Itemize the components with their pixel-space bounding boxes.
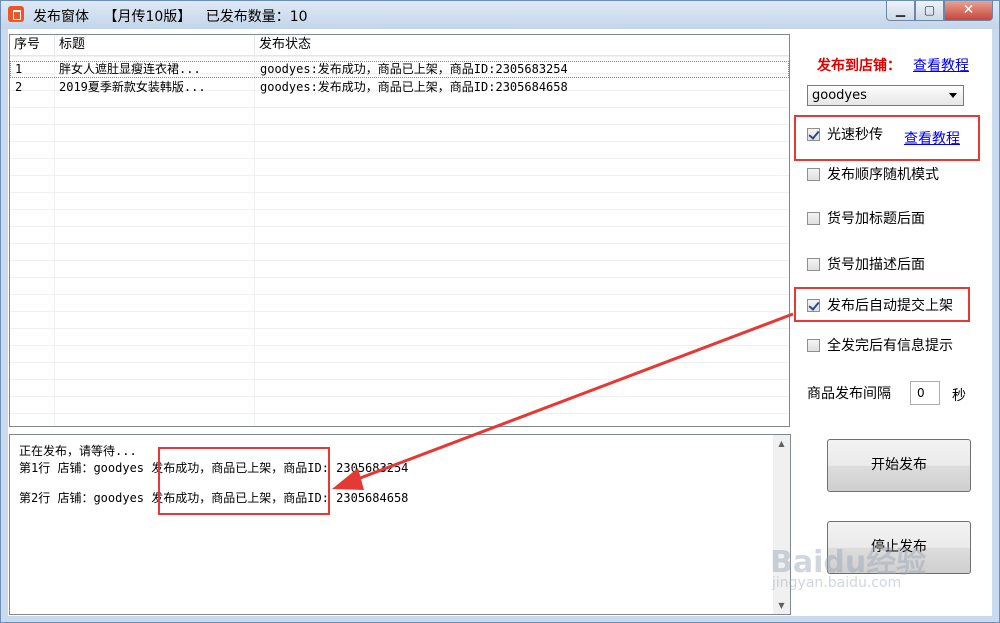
window-title-text: 发布窗体	[33, 9, 89, 25]
option-label: 光速秒传	[827, 127, 883, 143]
minimize-icon: ▁	[895, 3, 906, 17]
title-bar[interactable]: 发布窗体 【月传10版】 已发布数量：10 ▁ ▢ ✕	[1, 1, 999, 29]
option-label: 发布顺序随机模式	[827, 167, 939, 183]
close-button[interactable]: ✕	[944, 1, 993, 21]
checkbox-icon[interactable]	[807, 338, 820, 352]
window-edition: 【月传10版】	[103, 9, 192, 25]
maximize-icon: ▢	[923, 3, 936, 17]
column-header-title[interactable]: 标题	[55, 35, 255, 55]
checkbox-icon[interactable]	[807, 127, 820, 141]
column-header-status[interactable]: 发布状态	[255, 35, 789, 55]
option-label: 发布后自动提交上架	[827, 298, 953, 314]
grid-line	[254, 55, 255, 426]
start-publish-button[interactable]: 开始发布	[827, 439, 971, 492]
option-label: 全发完后有信息提示	[827, 338, 953, 354]
list-row[interactable]: 1 胖女人遮肚显瘦连衣裙... goodyes:发布成功，商品已上架，商品ID:…	[10, 61, 789, 78]
chevron-down-icon	[949, 93, 957, 98]
scroll-up-icon[interactable]: ▲	[773, 435, 790, 452]
scroll-down-icon[interactable]: ▼	[773, 597, 790, 614]
store-select[interactable]: goodyes	[807, 85, 964, 106]
option-sku-after-title[interactable]: 货号加标题后面	[807, 209, 925, 227]
client-area: 序号 标题 发布状态 1 胖女人遮肚显瘦连衣裙... goodyes:发布成功，…	[8, 29, 992, 616]
interval-unit: 秒	[952, 388, 966, 404]
tutorial-link[interactable]: 查看教程	[913, 55, 969, 75]
window-title: 发布窗体 【月传10版】 已发布数量：10	[33, 6, 318, 26]
row-status: goodyes:发布成功，商品已上架，商品ID:2305684658	[260, 80, 568, 94]
tutorial-link-fast-upload[interactable]: 查看教程	[904, 128, 960, 148]
option-random-order[interactable]: 发布顺序随机模式	[807, 165, 939, 183]
row-no: 1	[15, 62, 23, 76]
log-line: 第2行 店铺：goodyes 发布成功，商品已上架，商品ID: 23056846…	[19, 491, 409, 505]
checkbox-icon[interactable]	[807, 257, 820, 271]
options-panel: 发布到店铺： 查看教程 goodyes 光速秒传 查看教程 发布顺序随机模式 货…	[792, 29, 992, 616]
option-label: 货号加描述后面	[827, 257, 925, 273]
app-shop-icon	[8, 6, 24, 22]
publish-window: 发布窗体 【月传10版】 已发布数量：10 ▁ ▢ ✕ 序号 标题 发布状态 1…	[0, 0, 1000, 623]
list-header: 序号 标题 发布状态	[10, 35, 789, 56]
minimize-button[interactable]: ▁	[886, 1, 915, 21]
row-no: 2	[15, 80, 23, 94]
row-title: 胖女人遮肚显瘦连衣裙...	[59, 62, 201, 76]
option-label: 货号加标题后面	[827, 211, 925, 227]
maximize-button[interactable]: ▢	[915, 1, 944, 21]
published-count: 已发布数量：10	[205, 9, 308, 25]
log-textbox[interactable]: 正在发布，请等待... 第1行 店铺：goodyes 发布成功，商品已上架，商品…	[9, 434, 791, 615]
interval-label: 商品发布间隔	[807, 386, 891, 402]
interval-input[interactable]: 0	[910, 381, 940, 405]
checkbox-icon[interactable]	[807, 211, 820, 225]
row-status: goodyes:发布成功，商品已上架，商品ID:2305683254	[260, 62, 568, 76]
checkbox-icon[interactable]	[807, 298, 820, 312]
list-row[interactable]: 2 2019夏季新款女装韩版... goodyes:发布成功，商品已上架，商品I…	[10, 79, 789, 96]
close-icon: ✕	[962, 2, 975, 18]
checkbox-icon[interactable]	[807, 167, 820, 181]
publish-to-label: 发布到店铺：	[817, 58, 901, 74]
window-controls: ▁ ▢ ✕	[886, 1, 993, 21]
option-sku-after-desc[interactable]: 货号加描述后面	[807, 255, 925, 273]
log-scrollbar[interactable]: ▲ ▼	[773, 435, 790, 614]
log-line: 第1行 店铺：goodyes 发布成功，商品已上架，商品ID: 23056832…	[19, 461, 409, 475]
publish-list[interactable]: 序号 标题 发布状态 1 胖女人遮肚显瘦连衣裙... goodyes:发布成功，…	[9, 34, 790, 427]
row-title: 2019夏季新款女装韩版...	[59, 80, 206, 94]
column-header-no[interactable]: 序号	[10, 35, 55, 55]
grid-line	[54, 55, 55, 426]
list-grid	[10, 56, 789, 426]
option-auto-list[interactable]: 发布后自动提交上架	[807, 296, 953, 314]
option-finish-notify[interactable]: 全发完后有信息提示	[807, 336, 953, 354]
option-fast-upload[interactable]: 光速秒传	[807, 125, 883, 143]
store-select-value: goodyes	[812, 88, 867, 103]
stop-publish-button[interactable]: 停止发布	[827, 521, 971, 574]
log-line: 正在发布，请等待...	[19, 444, 137, 458]
